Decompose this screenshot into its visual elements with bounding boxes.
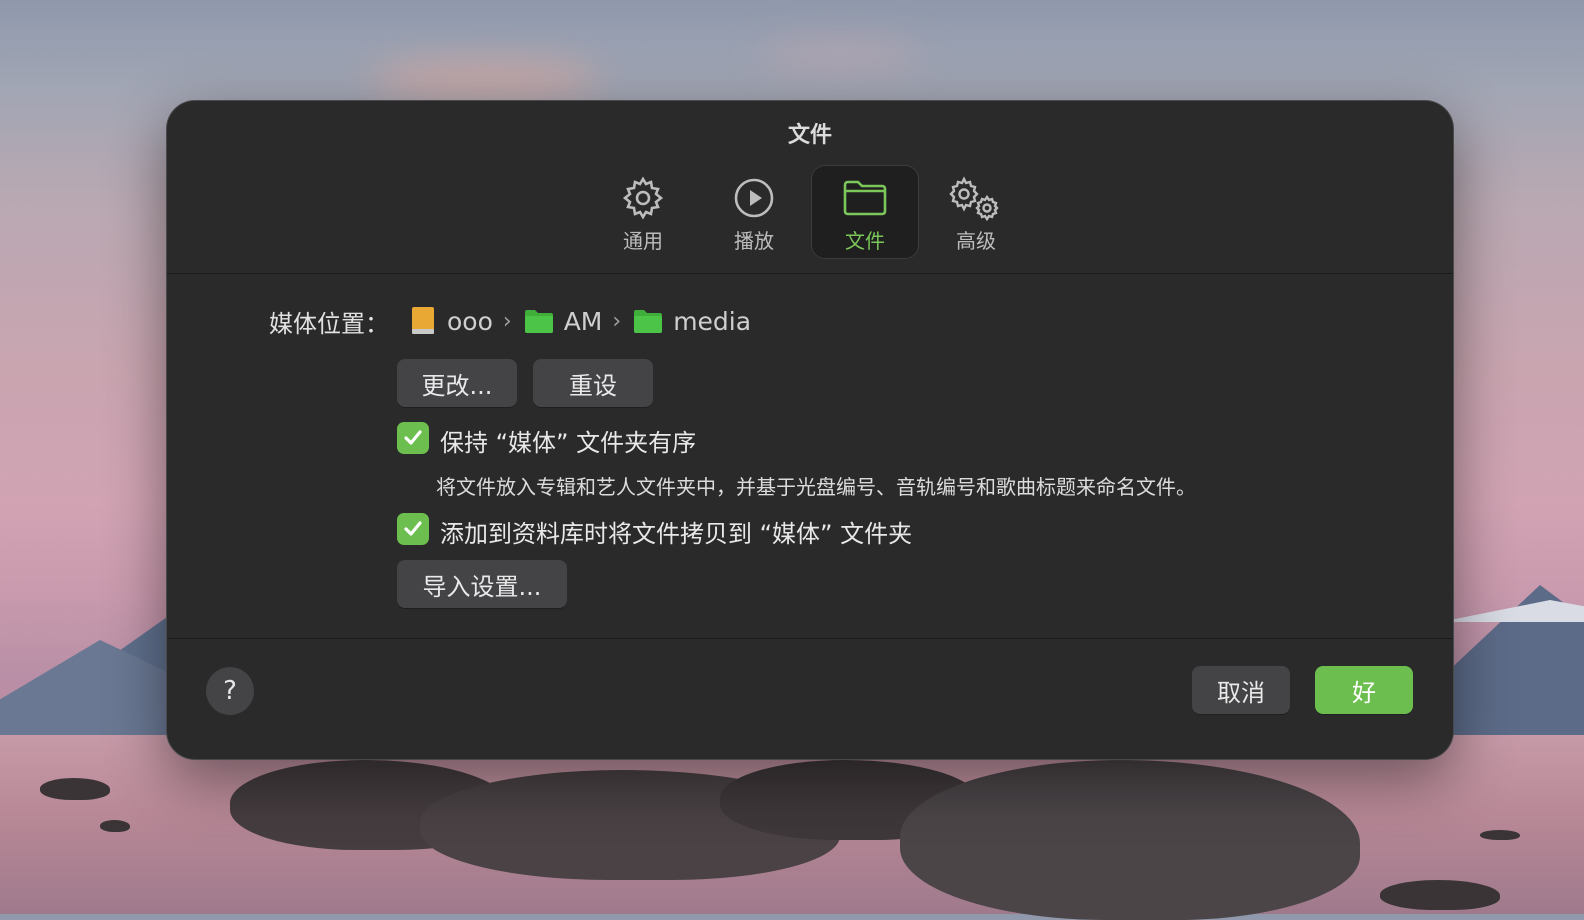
tab-label: 通用 (623, 229, 663, 253)
checkmark-icon (404, 430, 422, 445)
tab-files[interactable]: 文件 (811, 165, 919, 259)
tab-playback[interactable]: 播放 (700, 165, 808, 259)
toolbar-divider (167, 273, 1453, 274)
media-location-label: 媒体位置： (269, 310, 389, 338)
path-segment-drive: ooo › (409, 305, 524, 337)
folder-icon (843, 180, 887, 216)
ok-button[interactable]: 好 (1315, 666, 1413, 714)
tab-label: 高级 (956, 229, 996, 253)
drive-icon (412, 307, 434, 334)
tab-label: 播放 (734, 229, 774, 253)
cancel-button[interactable]: 取消 (1192, 666, 1290, 714)
checkmark-icon (404, 521, 422, 536)
folder-icon (634, 310, 663, 333)
footer-divider (167, 638, 1453, 639)
path-label: AM (563, 306, 603, 336)
keep-organized-label[interactable]: 保持 “媒体” 文件夹有序 (440, 423, 696, 458)
reset-button[interactable]: 重设 (533, 359, 653, 407)
chevron-right-icon: › (612, 308, 622, 334)
copy-on-add-label[interactable]: 添加到资料库时将文件拷贝到 “媒体” 文件夹 (440, 514, 912, 549)
copy-on-add-checkbox[interactable] (397, 513, 429, 545)
path-segment-folder: AM › (524, 307, 633, 336)
tab-label: 文件 (845, 229, 885, 253)
chevron-right-icon: › (502, 308, 512, 334)
keep-organized-checkbox[interactable] (397, 422, 429, 454)
window-title: 文件 (787, 123, 832, 148)
play-icon (734, 178, 774, 218)
change-button[interactable]: 更改... (397, 359, 517, 407)
path-segment-folder: media (633, 307, 751, 336)
help-button[interactable]: ? (206, 667, 254, 715)
media-location-path: ooo › AM › media (409, 301, 751, 341)
path-label: ooo (447, 306, 493, 336)
tab-general[interactable]: 通用 (589, 165, 697, 259)
path-label: media (673, 306, 752, 336)
gears-icon (949, 176, 999, 221)
import-settings-button[interactable]: 导入设置... (397, 560, 567, 608)
toolbar: 通用 播放 文件 高级 (167, 165, 1453, 261)
folder-icon (524, 310, 553, 333)
gear-icon (622, 176, 664, 220)
tab-advanced[interactable]: 高级 (922, 165, 1030, 259)
keep-organized-description: 将文件放入专辑和艺人文件夹中，并基于光盘编号、音轨编号和歌曲标题来命名文件。 (436, 475, 1196, 499)
preferences-window: 文件 通用 播放 文件 高级 媒体位置： ooo › AM › media 更改… (167, 101, 1453, 759)
